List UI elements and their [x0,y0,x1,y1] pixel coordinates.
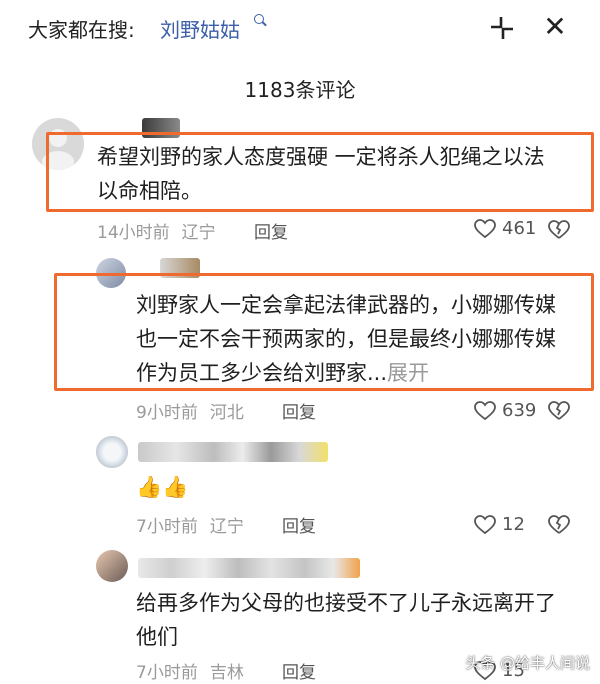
reply-button[interactable]: 回复 [282,512,316,537]
comment-time: 9小时前 [136,403,198,423]
like-button[interactable]: 639 [474,400,536,421]
collapse-arrows-icon[interactable] [488,14,514,40]
comment-time: 14小时前 [97,223,170,243]
like-count: 461 [502,218,537,239]
comment-meta: 7小时前 辽宁 [136,512,244,537]
search-icon[interactable] [254,14,264,24]
heart-icon [474,218,496,238]
search-suggestion-label: 大家都在搜: [28,18,135,42]
heart-icon [474,514,496,534]
search-suggestion-link[interactable]: 刘野姑姑 [160,14,240,43]
like-button[interactable]: 461 [474,218,536,239]
comment-text: 希望刘野的家人态度强硬 一定将杀人犯绳之以法 以命相陪。 [97,145,545,203]
comment-location: 河北 [209,403,244,423]
comment-body: 刘野家人一定会拿起法律武器的，小娜娜传媒也一定不会干预两家的，但是最终小娜娜传媒… [136,293,556,385]
reply-button[interactable]: 回复 [254,218,288,243]
broken-heart-icon[interactable] [548,219,570,241]
comments-count-title: 1183条评论 [244,78,356,102]
broken-heart-icon[interactable] [548,400,570,422]
username-redacted [142,118,180,138]
avatar[interactable] [32,118,84,170]
username-redacted [138,442,328,462]
watermark: 头条 @给丰人间说 [465,654,590,672]
reply-button[interactable]: 回复 [282,658,316,683]
comment-location: 辽宁 [181,223,216,243]
comment-time: 7小时前 [136,517,198,537]
like-count: 639 [502,400,537,421]
comment-time: 7小时前 [136,663,198,683]
like-count: 12 [502,514,525,535]
comment-meta: 9小时前 河北 [136,398,244,423]
like-button[interactable]: 12 [474,514,525,535]
avatar[interactable] [96,550,128,582]
heart-icon [474,400,496,420]
comment-text: 给再多作为父母的也接受不了儿子永远离开了他们 [136,591,556,649]
comment-location: 吉林 [209,663,244,683]
username-redacted [138,558,360,578]
avatar[interactable] [96,258,126,288]
reply-button[interactable]: 回复 [282,398,316,423]
broken-heart-icon[interactable] [548,514,570,536]
username-redacted [160,258,200,278]
comment-text: 👍👍 [136,475,189,499]
comment-text: 刘野家人一定会拿起法律武器的，小娜娜传媒也一定不会干预两家的，但是最终小娜娜传媒… [136,288,566,390]
avatar[interactable] [96,436,128,468]
top-bar: 大家都在搜: 刘野姑姑 ✕ [0,0,600,56]
comment-meta: 7小时前 吉林 [136,658,244,683]
expand-link[interactable]: 展开 [387,361,429,385]
comment-meta: 14小时前 辽宁 [97,218,216,243]
close-icon[interactable]: ✕ [540,12,570,42]
comment-location: 辽宁 [209,517,244,537]
